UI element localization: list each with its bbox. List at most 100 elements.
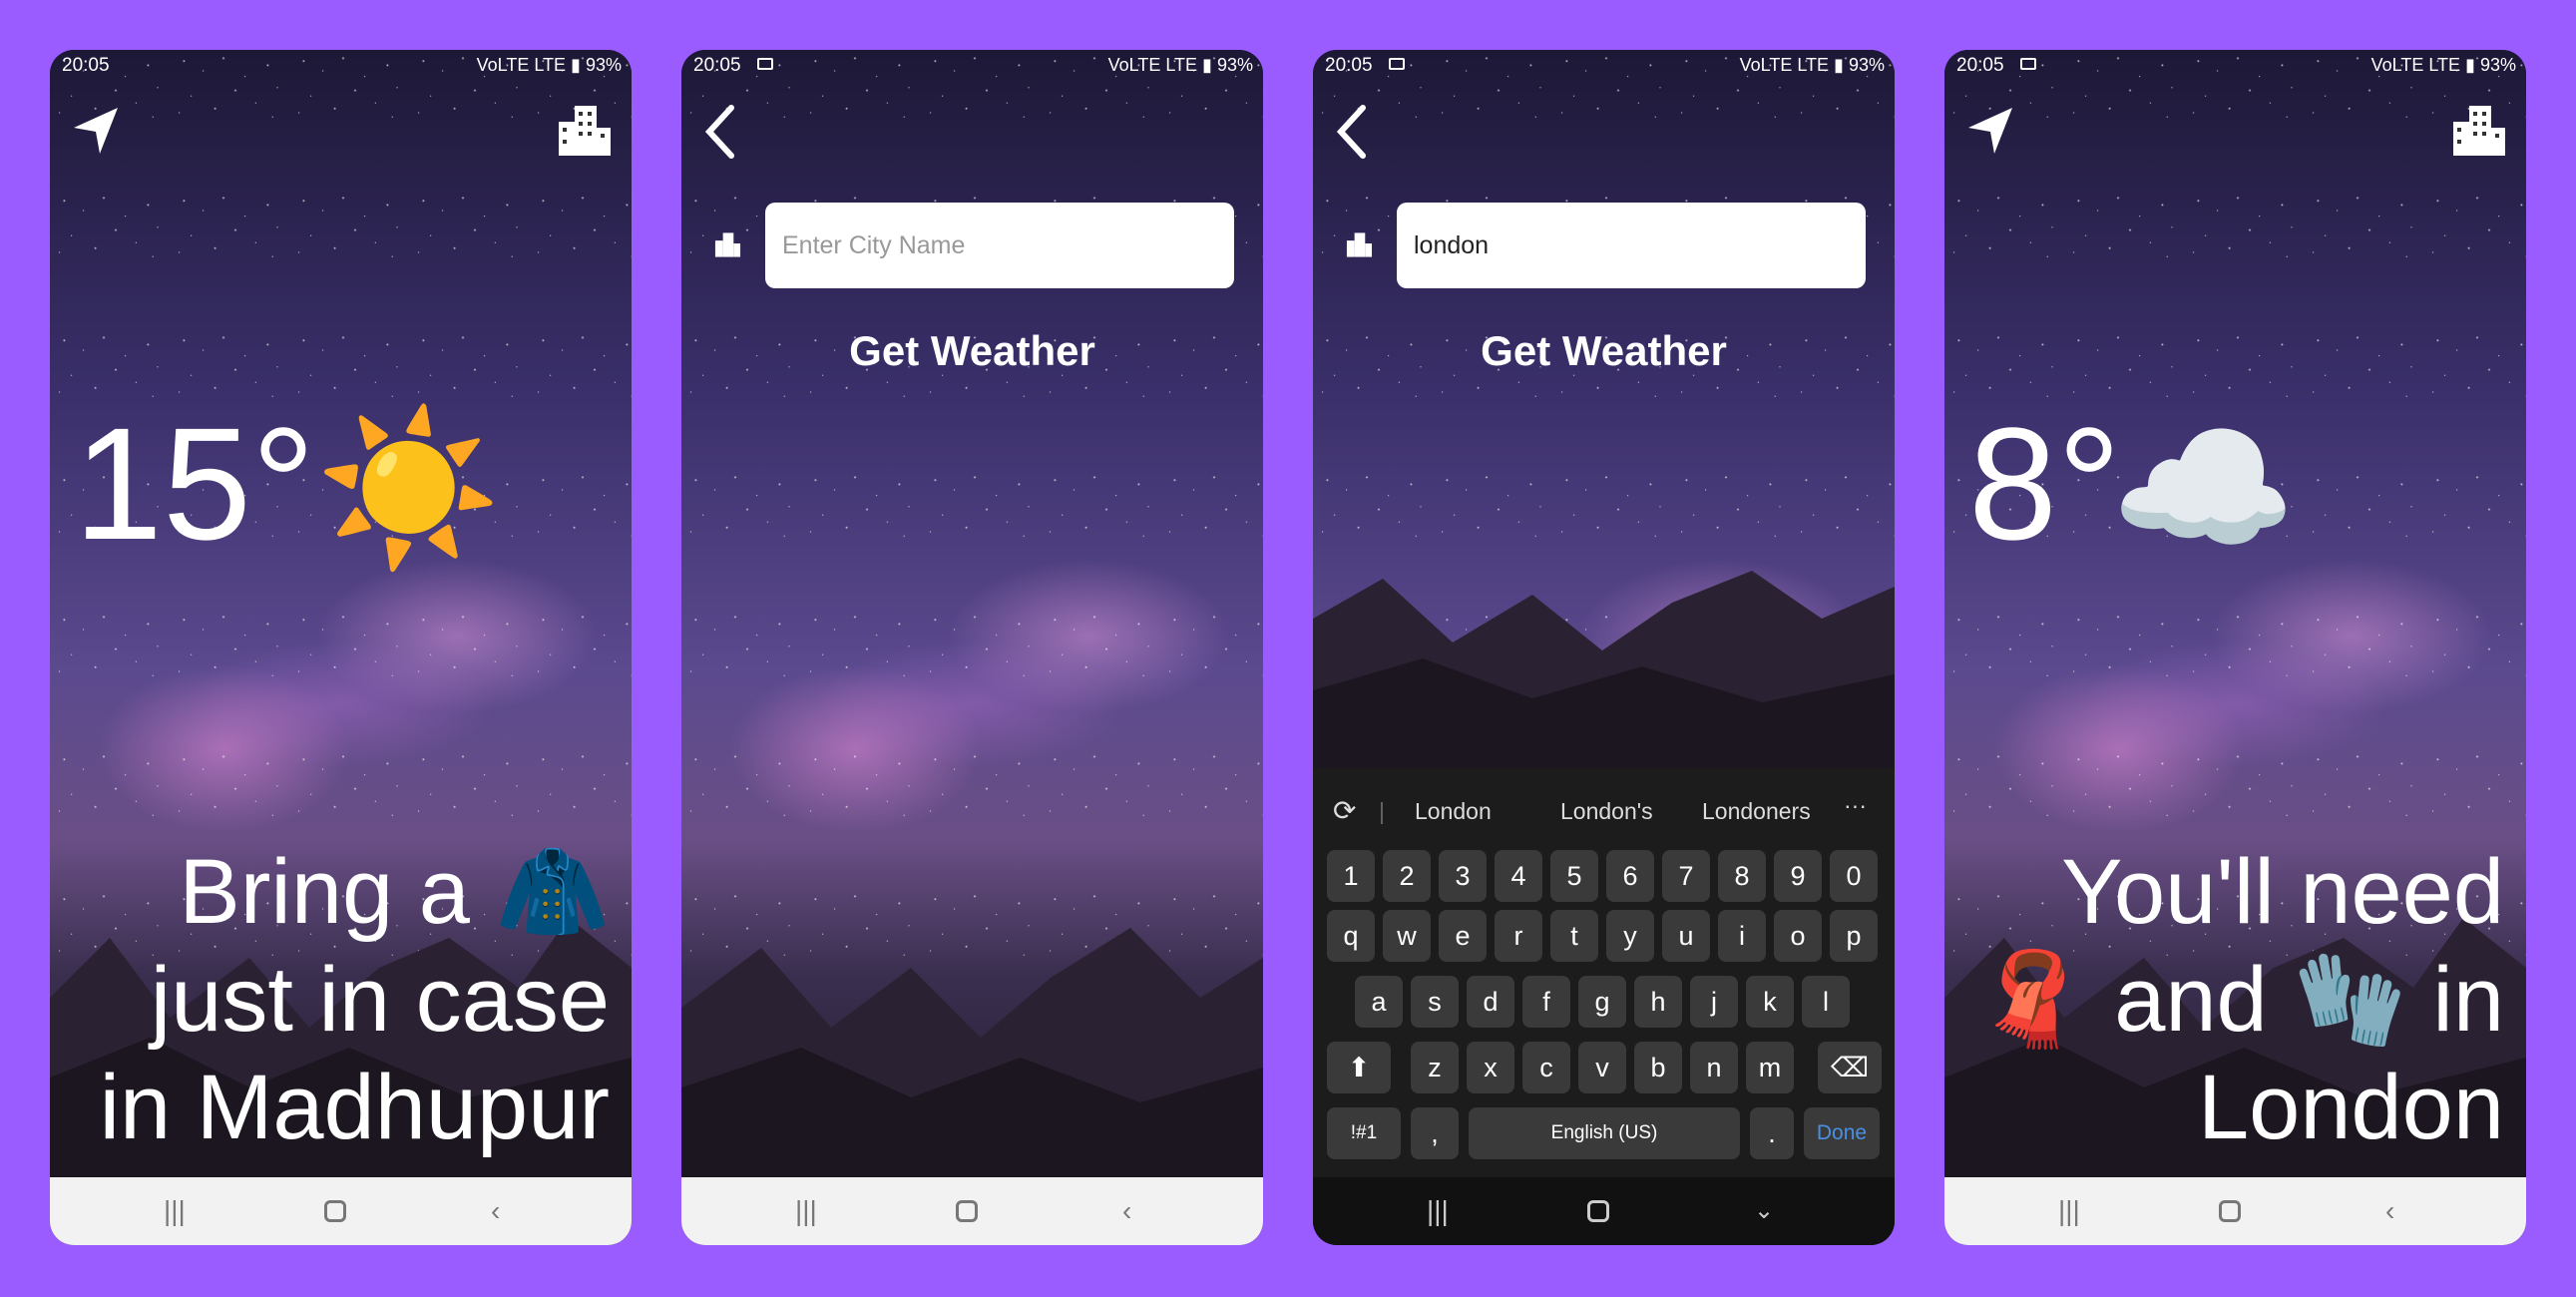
city-buildings-icon[interactable] xyxy=(555,102,613,158)
get-weather-button[interactable]: Get Weather xyxy=(681,327,1263,375)
recent-apps-button[interactable]: ||| xyxy=(2058,1197,2080,1225)
done-key[interactable]: Done xyxy=(1804,1107,1880,1159)
backspace-key[interactable]: ⌫ xyxy=(1818,1042,1882,1093)
home-button[interactable] xyxy=(2219,1200,2241,1222)
location-arrow-icon[interactable] xyxy=(68,102,124,158)
get-weather-button[interactable]: Get Weather xyxy=(1313,327,1895,375)
key-g[interactable]: g xyxy=(1578,976,1626,1028)
back-button[interactable]: ‹ xyxy=(491,1197,500,1225)
image-notification-icon xyxy=(1389,58,1405,70)
weather-message: Bring a 🧥 just in case in Madhupur xyxy=(99,841,610,1158)
status-bar: 20:05 VoLTE LTE ▮ 93% xyxy=(1956,55,2516,76)
network-indicator: VoLTE LTE xyxy=(476,55,567,75)
recent-apps-button[interactable]: ||| xyxy=(164,1197,186,1225)
key-a[interactable]: a xyxy=(1355,976,1403,1028)
key-j[interactable]: j xyxy=(1690,976,1738,1028)
battery-level: 93% xyxy=(1216,55,1253,75)
key-o[interactable]: o xyxy=(1774,910,1822,962)
key-4[interactable]: 4 xyxy=(1495,850,1542,902)
key-8[interactable]: 8 xyxy=(1718,850,1766,902)
key-r[interactable]: r xyxy=(1495,910,1542,962)
key-s[interactable]: s xyxy=(1411,976,1459,1028)
temperature-readout: 8° xyxy=(1968,394,2121,573)
status-time: 20:05 xyxy=(693,55,741,76)
back-arrow-icon[interactable] xyxy=(699,102,739,162)
mountains-silhouette xyxy=(1313,571,1895,778)
key-u[interactable]: u xyxy=(1662,910,1710,962)
key-f[interactable]: f xyxy=(1522,976,1570,1028)
key-k[interactable]: k xyxy=(1746,976,1794,1028)
battery-level: 93% xyxy=(1848,55,1885,75)
suggestion-item[interactable]: London's xyxy=(1560,798,1653,825)
period-key[interactable]: . xyxy=(1750,1107,1794,1159)
city-search-row xyxy=(681,203,1263,288)
location-arrow-icon[interactable] xyxy=(1962,102,2018,158)
status-bar: 20:05 VoLTE LTE ▮ 93% xyxy=(693,55,1253,76)
keyboard-settings-icon[interactable]: ⟳ xyxy=(1333,794,1356,827)
key-c[interactable]: c xyxy=(1522,1042,1570,1093)
back-button[interactable]: ‹ xyxy=(1122,1197,1131,1225)
weather-screen-madhupur: 20:05 VoLTE LTE ▮ 93% 15° ☀️ Bring a 🧥 j… xyxy=(50,50,632,1245)
network-indicator: VoLTE LTE xyxy=(1739,55,1830,75)
city-name-input[interactable] xyxy=(765,203,1234,288)
key-1[interactable]: 1 xyxy=(1327,850,1375,902)
sun-icon: ☀️ xyxy=(315,404,502,572)
status-time: 20:05 xyxy=(1956,55,2004,76)
symbols-key[interactable]: !#1 xyxy=(1327,1107,1401,1159)
key-z[interactable]: z xyxy=(1411,1042,1459,1093)
city-name-input[interactable] xyxy=(1397,203,1866,288)
key-6[interactable]: 6 xyxy=(1606,850,1654,902)
key-d[interactable]: d xyxy=(1467,976,1514,1028)
key-3[interactable]: 3 xyxy=(1439,850,1487,902)
network-indicator: VoLTE LTE xyxy=(1107,55,1198,75)
key-2[interactable]: 2 xyxy=(1383,850,1431,902)
back-button[interactable]: ‹ xyxy=(2385,1197,2394,1225)
status-time: 20:05 xyxy=(62,55,110,76)
system-nav-bar: ||| ‹ xyxy=(50,1177,632,1245)
home-button[interactable] xyxy=(324,1200,346,1222)
system-nav-bar: ||| ⌄ xyxy=(1313,1177,1895,1245)
weather-message: You'll need 🧣 and 🧤 in London xyxy=(1974,841,2504,1158)
key-w[interactable]: w xyxy=(1383,910,1431,962)
key-n[interactable]: n xyxy=(1690,1042,1738,1093)
temperature-readout: 15° xyxy=(74,394,315,573)
recent-apps-button[interactable]: ||| xyxy=(1427,1197,1449,1225)
home-button[interactable] xyxy=(956,1200,978,1222)
status-bar: 20:05 VoLTE LTE ▮ 93% xyxy=(1325,55,1885,76)
key-p[interactable]: p xyxy=(1830,910,1878,962)
key-m[interactable]: m xyxy=(1746,1042,1794,1093)
key-l[interactable]: l xyxy=(1802,976,1850,1028)
city-buildings-icon[interactable] xyxy=(2449,102,2507,158)
city-buildings-icon xyxy=(1346,232,1373,257)
more-options-icon[interactable]: ··· xyxy=(1844,792,1867,819)
key-h[interactable]: h xyxy=(1634,976,1682,1028)
image-notification-icon xyxy=(2020,58,2036,70)
key-5[interactable]: 5 xyxy=(1550,850,1598,902)
key-e[interactable]: e xyxy=(1439,910,1487,962)
suggestion-item[interactable]: Londoners xyxy=(1702,798,1811,825)
key-x[interactable]: x xyxy=(1467,1042,1514,1093)
key-v[interactable]: v xyxy=(1578,1042,1626,1093)
suggestion-item[interactable]: London xyxy=(1415,798,1492,825)
key-t[interactable]: t xyxy=(1550,910,1598,962)
comma-key[interactable]: , xyxy=(1411,1107,1459,1159)
home-button[interactable] xyxy=(1587,1200,1609,1222)
weather-screen-london: 20:05 VoLTE LTE ▮ 93% 8° ☁️ You'll need … xyxy=(1944,50,2526,1245)
status-time: 20:05 xyxy=(1325,55,1373,76)
key-7[interactable]: 7 xyxy=(1662,850,1710,902)
key-9[interactable]: 9 xyxy=(1774,850,1822,902)
recent-apps-button[interactable]: ||| xyxy=(795,1197,817,1225)
key-0[interactable]: 0 xyxy=(1830,850,1878,902)
key-y[interactable]: y xyxy=(1606,910,1654,962)
key-q[interactable]: q xyxy=(1327,910,1375,962)
key-i[interactable]: i xyxy=(1718,910,1766,962)
back-arrow-icon[interactable] xyxy=(1331,102,1371,162)
shift-key[interactable]: ⬆ xyxy=(1327,1042,1391,1093)
status-bar: 20:05 VoLTE LTE ▮ 93% xyxy=(62,55,622,76)
hide-keyboard-button[interactable]: ⌄ xyxy=(1754,1197,1774,1225)
key-b[interactable]: b xyxy=(1634,1042,1682,1093)
space-key[interactable]: English (US) xyxy=(1469,1107,1740,1159)
system-nav-bar: ||| ‹ xyxy=(1944,1177,2526,1245)
system-nav-bar: ||| ‹ xyxy=(681,1177,1263,1245)
city-search-screen: 20:05 VoLTE LTE ▮ 93% Get Weather ||| ‹ xyxy=(681,50,1263,1245)
